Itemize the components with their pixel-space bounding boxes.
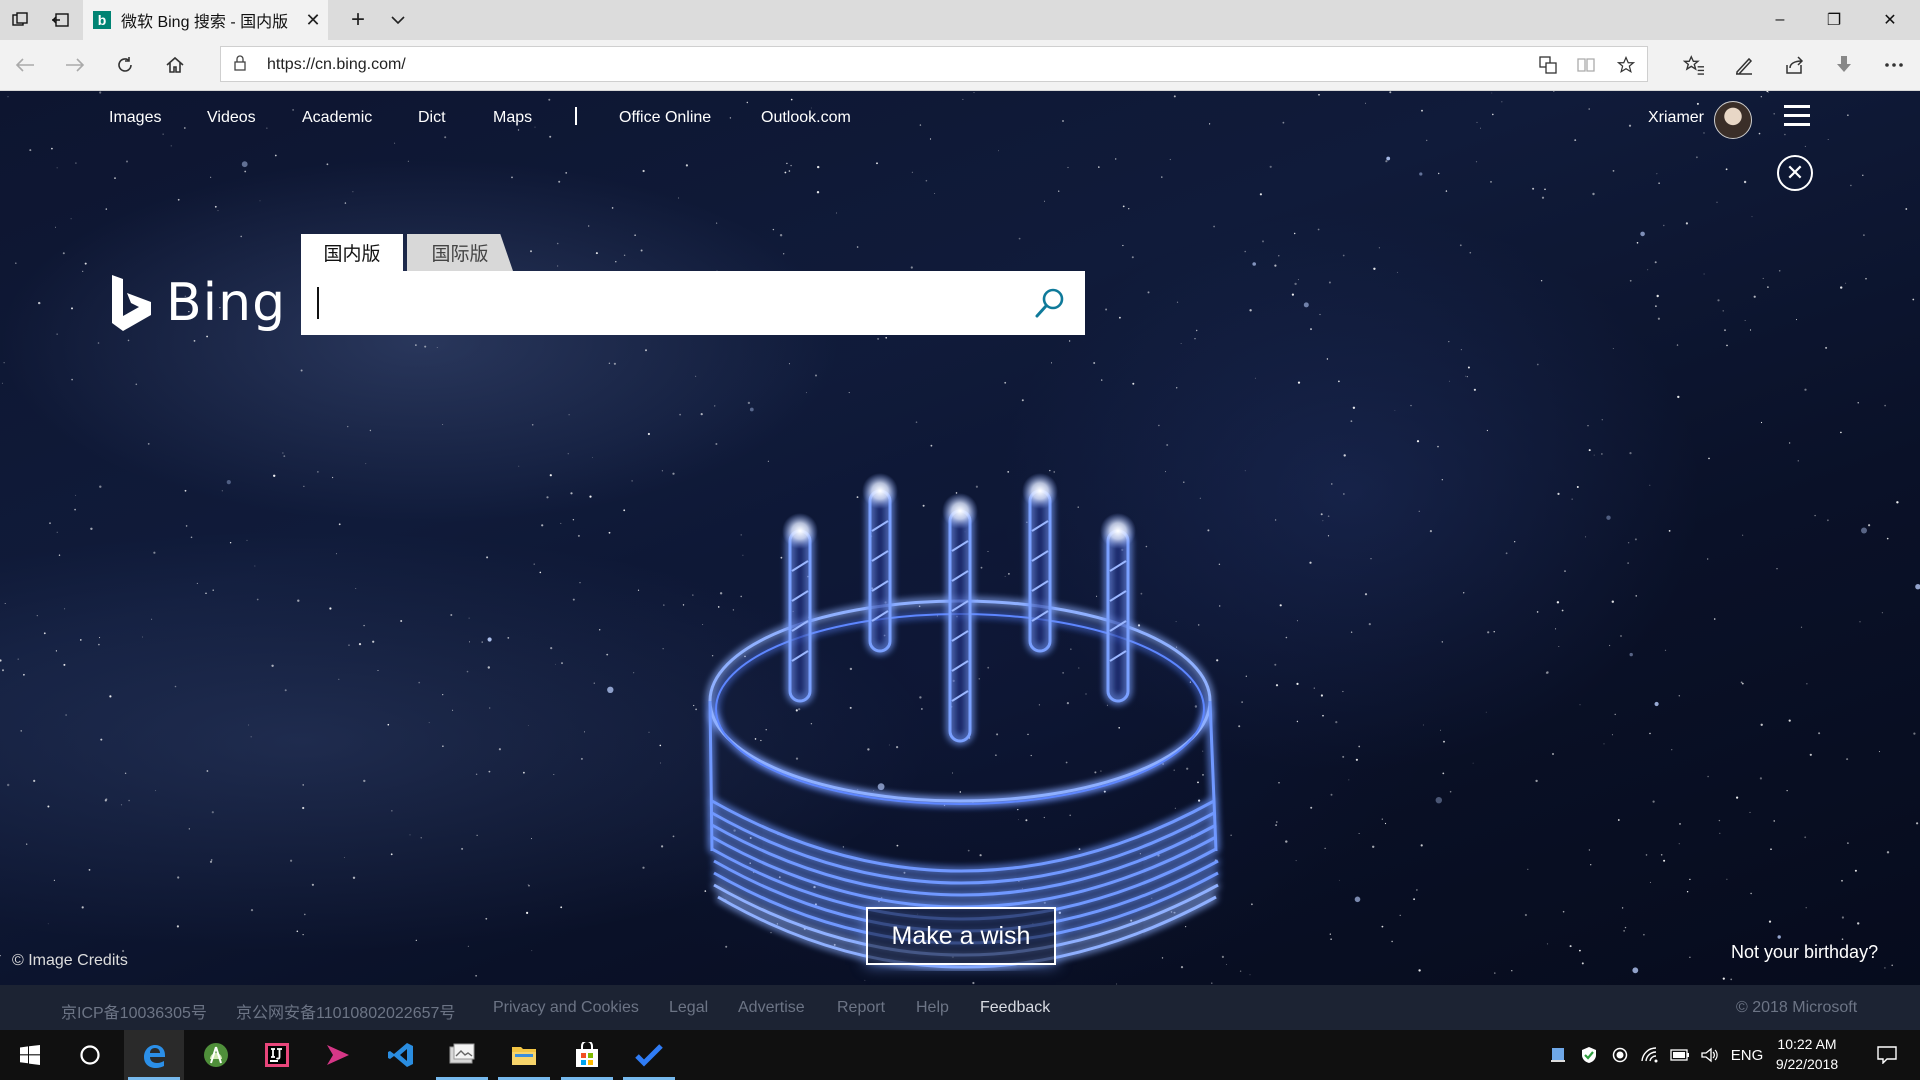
footer-copyright: © 2018 Microsoft	[1736, 999, 1858, 1016]
bing-logo-icon	[112, 275, 151, 331]
tablet-mode-icon[interactable]	[1544, 1030, 1572, 1080]
tab-international[interactable]: 国际版	[407, 234, 513, 271]
tab-domestic[interactable]: 国内版	[301, 234, 403, 271]
avatar[interactable]	[1714, 101, 1752, 139]
hamburger-menu-icon[interactable]	[1784, 105, 1810, 127]
nav-link-images[interactable]: Images	[109, 109, 161, 127]
new-tab-button[interactable]: +	[340, 0, 376, 40]
photos-icon[interactable]	[432, 1030, 492, 1080]
media-icon[interactable]	[308, 1030, 368, 1080]
more-menu-icon[interactable]	[1870, 40, 1918, 90]
clock-date: 9/22/2018	[1775, 1056, 1839, 1072]
nav-link-dict[interactable]: Dict	[418, 109, 446, 127]
home-icon[interactable]	[152, 40, 198, 90]
text-caret	[317, 287, 319, 319]
back-icon[interactable]	[2, 40, 48, 90]
wifi-icon[interactable]	[1636, 1030, 1664, 1080]
search-icon[interactable]	[1032, 285, 1068, 321]
set-aside-tabs-icon[interactable]	[40, 0, 80, 40]
address-bar[interactable]: https://cn.bing.com/	[220, 46, 1648, 82]
footer-link-report[interactable]: Report	[837, 999, 885, 1017]
system-clock[interactable]: 10:22 AM 9/22/2018	[1768, 1034, 1846, 1074]
share-icon[interactable]	[1770, 40, 1818, 90]
nav-link-outlook[interactable]: Outlook.com	[761, 109, 851, 127]
make-a-wish-button[interactable]: Make a wish	[866, 907, 1056, 965]
bing-favicon-icon: b	[93, 11, 111, 29]
bing-logo[interactable]: Bing	[108, 273, 286, 333]
footer-link-legal[interactable]: Legal	[669, 999, 708, 1017]
forward-icon[interactable]	[52, 40, 98, 90]
store-icon[interactable]	[557, 1030, 617, 1080]
nav-link-videos[interactable]: Videos	[207, 109, 256, 127]
translate-icon[interactable]	[1533, 52, 1563, 78]
extension-icon[interactable]	[1820, 40, 1868, 90]
todo-icon[interactable]	[619, 1030, 679, 1080]
defender-shield-icon[interactable]	[1575, 1030, 1603, 1080]
tab-close-icon[interactable]: ✕	[298, 10, 328, 31]
bing-wordmark: Bing	[166, 273, 287, 333]
footer-link-icp[interactable]: 京ICP备10036305号	[61, 999, 207, 1023]
tab-title: 微软 Bing 搜索 - 国内版	[121, 14, 289, 31]
cortana-icon[interactable]	[60, 1030, 120, 1080]
clock-time: 10:22 AM	[1777, 1036, 1837, 1052]
nav-separator	[575, 107, 577, 125]
battery-icon[interactable]	[1666, 1030, 1694, 1080]
chevron-down-icon[interactable]	[380, 0, 416, 40]
action-center-icon[interactable]	[1862, 1030, 1912, 1080]
lock-icon	[233, 55, 247, 71]
refresh-icon[interactable]	[102, 40, 148, 90]
favorite-star-icon[interactable]	[1611, 52, 1641, 78]
close-window-button[interactable]: ✕	[1862, 0, 1918, 40]
footer-link-privacy[interactable]: Privacy and Cookies	[493, 999, 639, 1017]
not-your-birthday-link[interactable]: Not your birthday?	[1731, 942, 1878, 963]
page-footer: 京ICP备10036305号 京公网安备11010802022657号 Priv…	[0, 985, 1920, 1030]
browser-nav-bar: https://cn.bing.com/	[0, 40, 1920, 91]
close-icon[interactable]: ✕	[1777, 155, 1813, 191]
input-language[interactable]: ENG	[1728, 1030, 1766, 1080]
edge-icon[interactable]	[124, 1030, 184, 1080]
start-icon[interactable]	[0, 1030, 60, 1080]
footer-link-public-security[interactable]: 京公网安备11010802022657号	[236, 999, 455, 1023]
record-icon[interactable]	[1606, 1030, 1634, 1080]
tab-bing[interactable]: b 微软 Bing 搜索 - 国内版 ✕	[83, 0, 328, 40]
bing-homepage: Images Videos Academic Dict Maps Office …	[0, 91, 1920, 1030]
nav-link-office-online[interactable]: Office Online	[619, 109, 711, 127]
reading-view-icon[interactable]	[1571, 52, 1601, 78]
vscode-icon[interactable]	[371, 1030, 431, 1080]
image-credits-link[interactable]: © Image Credits	[12, 952, 128, 970]
browser-title-bar: b 微软 Bing 搜索 - 国内版 ✕ + – ❐ ✕	[0, 0, 1920, 40]
birthday-cake-illustration	[708, 473, 1219, 969]
windows-taskbar: ENG 10:22 AM 9/22/2018	[0, 1030, 1920, 1080]
footer-link-advertise[interactable]: Advertise	[738, 999, 805, 1017]
minimize-button[interactable]: –	[1752, 0, 1808, 40]
footer-link-feedback[interactable]: Feedback	[980, 999, 1050, 1017]
pen-notes-icon[interactable]	[1720, 40, 1768, 90]
favorites-hub-icon[interactable]	[1670, 40, 1718, 90]
restore-button[interactable]: ❐	[1806, 0, 1862, 40]
file-explorer-icon[interactable]	[494, 1030, 554, 1080]
search-input[interactable]	[301, 271, 1085, 335]
footer-link-help[interactable]: Help	[916, 999, 949, 1017]
intellij-icon[interactable]	[247, 1030, 307, 1080]
android-studio-icon[interactable]	[186, 1030, 246, 1080]
user-name[interactable]: Xriamer	[1648, 109, 1704, 127]
tab-actions-icon[interactable]	[0, 0, 40, 40]
address-url[interactable]: https://cn.bing.com/	[267, 56, 406, 74]
nav-link-maps[interactable]: Maps	[493, 109, 532, 127]
volume-icon[interactable]	[1696, 1030, 1724, 1080]
nav-link-academic[interactable]: Academic	[302, 109, 372, 127]
